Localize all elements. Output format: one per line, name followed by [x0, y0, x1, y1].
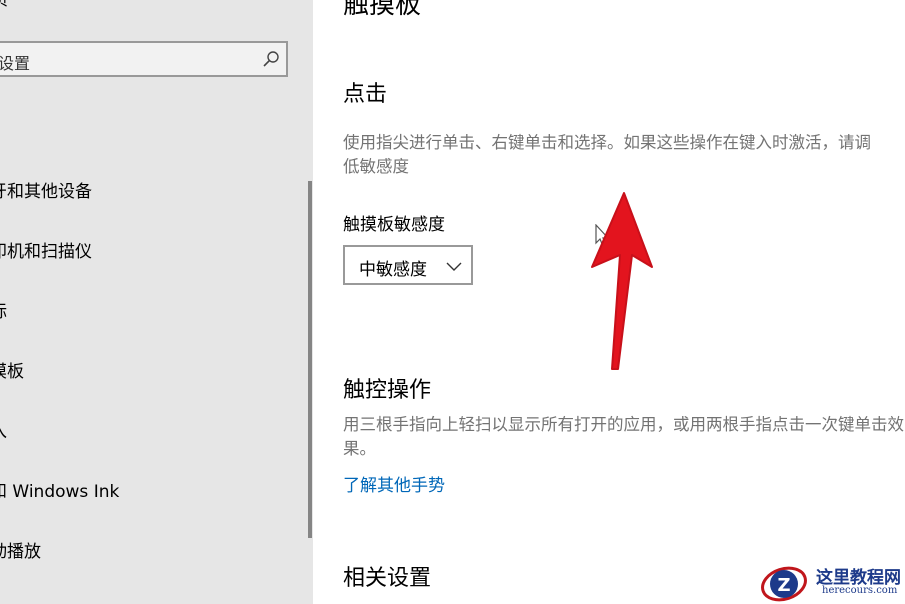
sidebar-item-mouse[interactable]: 标 — [0, 292, 300, 332]
learn-more-gestures-link[interactable]: 了解其他手势 — [343, 471, 445, 496]
sidebar-home-label[interactable]: 页 — [0, 0, 8, 10]
search-icon[interactable] — [262, 50, 280, 68]
watermark-en-text: herecours.com — [822, 585, 898, 596]
gesture-section-description: 用三根手指向上轻扫以显示所有打开的应用，或用两根手指点击一次键单击效果。 — [343, 415, 904, 458]
tap-section-title: 点击 — [343, 82, 388, 107]
sidebar-item-bluetooth[interactable]: 牙和其他设备 — [0, 172, 300, 212]
search-placeholder: 设置 — [0, 54, 31, 73]
sidebar-item-typing[interactable]: 入 — [0, 412, 300, 452]
gesture-section-title: 触控操作 — [343, 378, 432, 403]
chevron-down-icon — [446, 262, 462, 271]
svg-text:Z: Z — [777, 575, 790, 596]
sidebar: 页 设置 牙和其他设备 印机和扫描仪 标 摸板 入 和 Windows Ink … — [0, 0, 313, 604]
settings-search-input[interactable]: 设置 — [0, 41, 288, 77]
sidebar-item-autoplay[interactable]: 动播放 — [0, 532, 300, 572]
watermark-logo-icon: Z — [761, 566, 807, 602]
sensitivity-value: 中敏感度 — [359, 260, 427, 280]
tap-section-description: 使用指尖进行单击、右键单击和选择。如果这些操作在键入时激活，请调低敏感度 — [343, 133, 871, 176]
related-settings-title: 相关设置 — [343, 566, 432, 591]
sidebar-item-pen[interactable]: 和 Windows Ink — [0, 472, 300, 512]
sensitivity-dropdown[interactable]: 中敏感度 — [343, 245, 473, 285]
red-up-arrow-annotation — [591, 192, 653, 370]
sidebar-item-touchpad[interactable]: 摸板 — [0, 352, 300, 392]
sidebar-scrollbar[interactable] — [308, 181, 312, 538]
sensitivity-label: 触摸板敏感度 — [343, 215, 445, 235]
watermark: Z 这里教程网 herecours.com — [756, 560, 905, 604]
page-title: 触摸板 — [343, 0, 422, 20]
sidebar-item-printers[interactable]: 印机和扫描仪 — [0, 232, 300, 272]
